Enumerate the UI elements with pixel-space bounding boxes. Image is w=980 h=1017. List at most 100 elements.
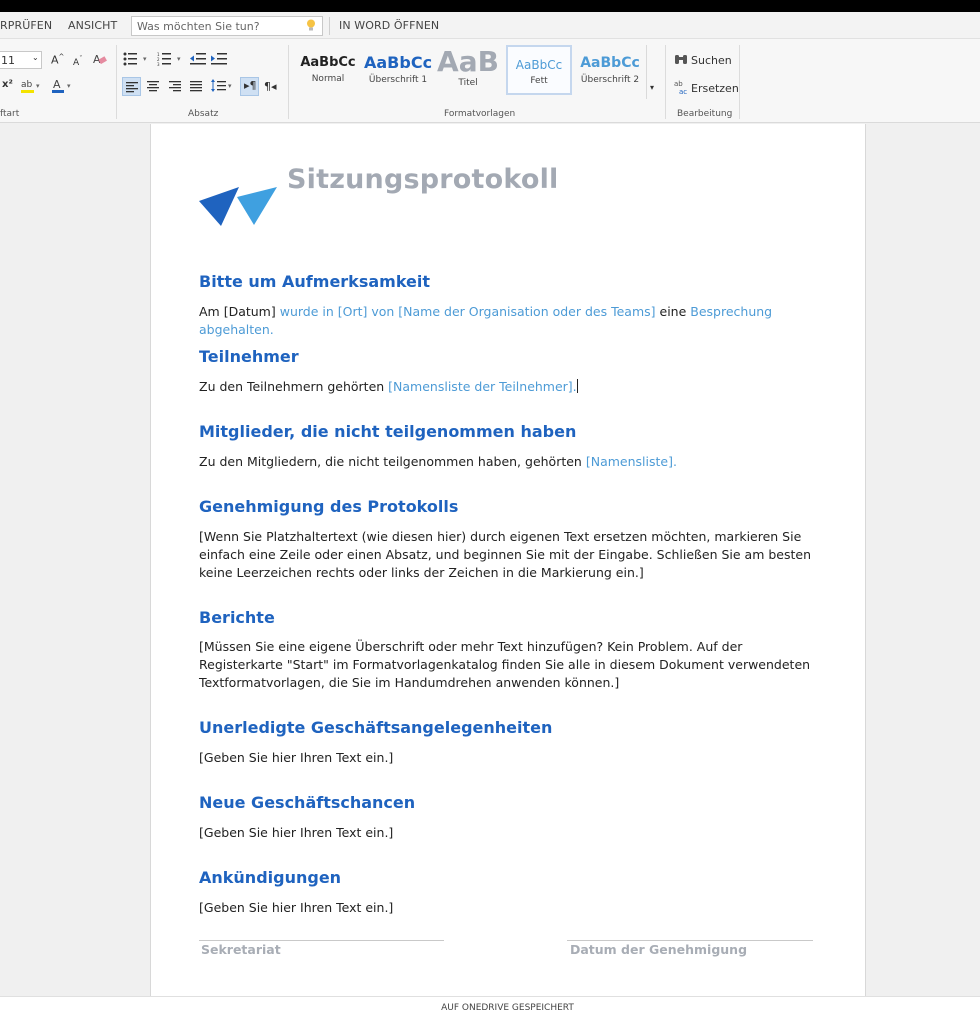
section-body: [Müssen Sie eine eigene Überschrift oder… <box>199 638 819 692</box>
align-center-icon[interactable] <box>147 80 159 92</box>
body-text: Am [Datum] <box>199 304 280 319</box>
tab-separator <box>329 17 330 35</box>
svg-text:▾: ▾ <box>228 82 232 90</box>
grow-font-icon[interactable]: A^ <box>51 53 64 67</box>
style-sample: AaB <box>437 45 499 78</box>
style-label: Normal <box>311 74 345 84</box>
replace-icon: ab ac <box>674 80 687 95</box>
style-sample: AaBbCc <box>515 58 563 72</box>
document-canvas: Sitzungsprotokoll Bitte um Aufmerksamkei… <box>0 124 980 996</box>
tab-open-in-word[interactable]: IN WORD ÖFFNEN <box>339 19 439 32</box>
placeholder-text: [Namensliste der Teilnehmer]. <box>388 379 577 394</box>
section-body: [Wenn Sie Platzhaltertext (wie diesen hi… <box>199 528 819 582</box>
chevron-down-icon: ⌄ <box>32 53 39 62</box>
align-right-icon[interactable] <box>169 80 181 92</box>
svg-text:3: 3 <box>157 62 160 66</box>
style-label: Titel <box>458 78 478 88</box>
svg-text:▾: ▾ <box>36 82 40 90</box>
signature-label-approval-date: Datum der Genehmigung <box>570 942 748 957</box>
signature-line <box>567 940 813 941</box>
line-spacing-icon[interactable]: ▾ <box>211 79 235 93</box>
tell-me-input[interactable]: Was möchten Sie tun? <box>131 16 323 36</box>
body-text: Zu den Mitgliedern, die nicht teilgenomm… <box>199 454 586 469</box>
font-size-value: 11 <box>1 54 15 67</box>
font-size-select[interactable]: 11 ⌄ <box>0 51 42 69</box>
ribbon: 11 ⌄ A^ Aˇ A x² ab ▾ A ▾ ftart ▾ 1 2 3 ▾ <box>0 39 980 123</box>
body-line: einfach eine Zeile oder einen Absatz, un… <box>199 547 812 562</box>
group-label-styles: Formatvorlagen <box>444 109 516 119</box>
decrease-indent-icon[interactable] <box>190 52 206 66</box>
save-status: AUF ONEDRIVE GESPEICHERT <box>441 1003 574 1013</box>
body-text: Zu den Teilnehmern gehörten <box>199 379 389 394</box>
tab-review[interactable]: RPRÜFEN <box>0 19 52 32</box>
binoculars-icon <box>675 55 687 64</box>
justify-icon[interactable] <box>190 80 202 92</box>
section-heading: Bitte um Aufmerksamkeit <box>199 272 431 291</box>
signature-label-secretary: Sekretariat <box>201 942 281 957</box>
body-line: [Wenn Sie Platzhaltertext (wie diesen hi… <box>199 529 802 544</box>
lightbulb-icon <box>307 19 315 31</box>
group-label-editing: Bearbeitung <box>677 109 733 119</box>
document-title: Sitzungsprotokoll <box>287 164 559 195</box>
tell-me-placeholder: Was möchten Sie tun? <box>137 20 260 33</box>
ribbon-tab-bar: RPRÜFEN ANSICHT Was möchten Sie tun? IN … <box>0 12 980 39</box>
placeholder-text: wurde in [Ort] von [Name der Organisatio… <box>279 304 656 319</box>
section-heading: Teilnehmer <box>199 347 299 366</box>
section-heading: Unerledigte Geschäftsangelegenheiten <box>199 718 553 737</box>
style-strong[interactable]: AaBbCc Fett <box>506 45 572 95</box>
svg-text:▾: ▾ <box>143 55 147 63</box>
style-title[interactable]: AaB Titel <box>434 45 502 95</box>
svg-text:▾: ▾ <box>177 55 181 63</box>
bullet-list-icon[interactable]: ▾ <box>123 52 153 66</box>
section-body: Zu den Teilnehmern gehörten [Namensliste… <box>199 378 819 396</box>
replace-label: Ersetzen <box>691 82 739 95</box>
section-body: [Geben Sie hier Ihren Text ein.] <box>199 900 394 915</box>
svg-text:ab: ab <box>674 80 683 88</box>
body-text: eine <box>655 304 691 319</box>
ltr-button[interactable]: ▸¶ <box>240 77 259 96</box>
svg-text:A: A <box>53 78 61 91</box>
rtl-icon[interactable]: ¶◂ <box>264 80 277 93</box>
style-sample: AaBbCc <box>580 55 640 71</box>
style-sample: AaBbCc <box>364 53 433 72</box>
style-heading-1[interactable]: AaBbCc Überschrift 1 <box>364 45 432 95</box>
top-black-bar <box>0 0 980 12</box>
superscript-icon[interactable]: x² <box>2 79 13 90</box>
clear-formatting-icon[interactable]: A <box>93 52 107 66</box>
signature-line <box>199 940 444 941</box>
svg-text:▾: ▾ <box>67 82 71 90</box>
document-page[interactable]: Sitzungsprotokoll Bitte um Aufmerksamkei… <box>150 124 866 996</box>
svg-text:ab: ab <box>21 80 33 90</box>
style-sample: AaBbCc <box>300 55 356 70</box>
placeholder-text: [Namensliste]. <box>585 454 677 469</box>
increase-indent-icon[interactable] <box>211 52 227 66</box>
chevron-down-icon: ▾ <box>650 83 655 92</box>
replace-button[interactable]: ab ac Ersetzen <box>674 79 739 95</box>
svg-text:ac: ac <box>679 88 687 95</box>
styles-gallery-more[interactable]: ▾ <box>646 45 660 99</box>
font-color-icon[interactable]: A ▾ <box>52 77 74 95</box>
style-normal[interactable]: AaBbCc Normal <box>294 45 362 95</box>
section-heading: Genehmigung des Protokolls <box>199 497 459 516</box>
body-line: Registerkarte "Start" im Formatvorlagenk… <box>199 657 811 672</box>
numbered-list-icon[interactable]: 1 2 3 ▾ <box>157 52 187 66</box>
section-heading: Ankündigungen <box>199 868 342 887</box>
section-body: [Geben Sie hier Ihren Text ein.] <box>199 750 394 765</box>
find-button[interactable]: Suchen <box>674 52 734 68</box>
group-separator <box>288 45 289 119</box>
highlight-icon[interactable]: ab ▾ <box>20 77 42 95</box>
section-heading: Berichte <box>199 608 275 627</box>
body-line: keine Leerzeichen rechts oder links der … <box>199 565 644 580</box>
align-left-icon <box>126 82 138 93</box>
body-line: Textformatvorlagen, die Sie im Handumdre… <box>199 675 620 690</box>
logo-icon <box>199 187 277 226</box>
find-label: Suchen <box>691 54 732 67</box>
style-heading-2[interactable]: AaBbCc Überschrift 2 <box>576 45 644 95</box>
style-label: Überschrift 1 <box>368 75 428 85</box>
tab-view[interactable]: ANSICHT <box>68 19 117 32</box>
section-heading: Neue Geschäftschancen <box>199 793 416 812</box>
group-separator <box>739 45 740 119</box>
shrink-font-icon[interactable]: Aˇ <box>73 55 83 68</box>
align-left-button[interactable] <box>122 77 141 96</box>
style-label: Fett <box>530 76 548 86</box>
